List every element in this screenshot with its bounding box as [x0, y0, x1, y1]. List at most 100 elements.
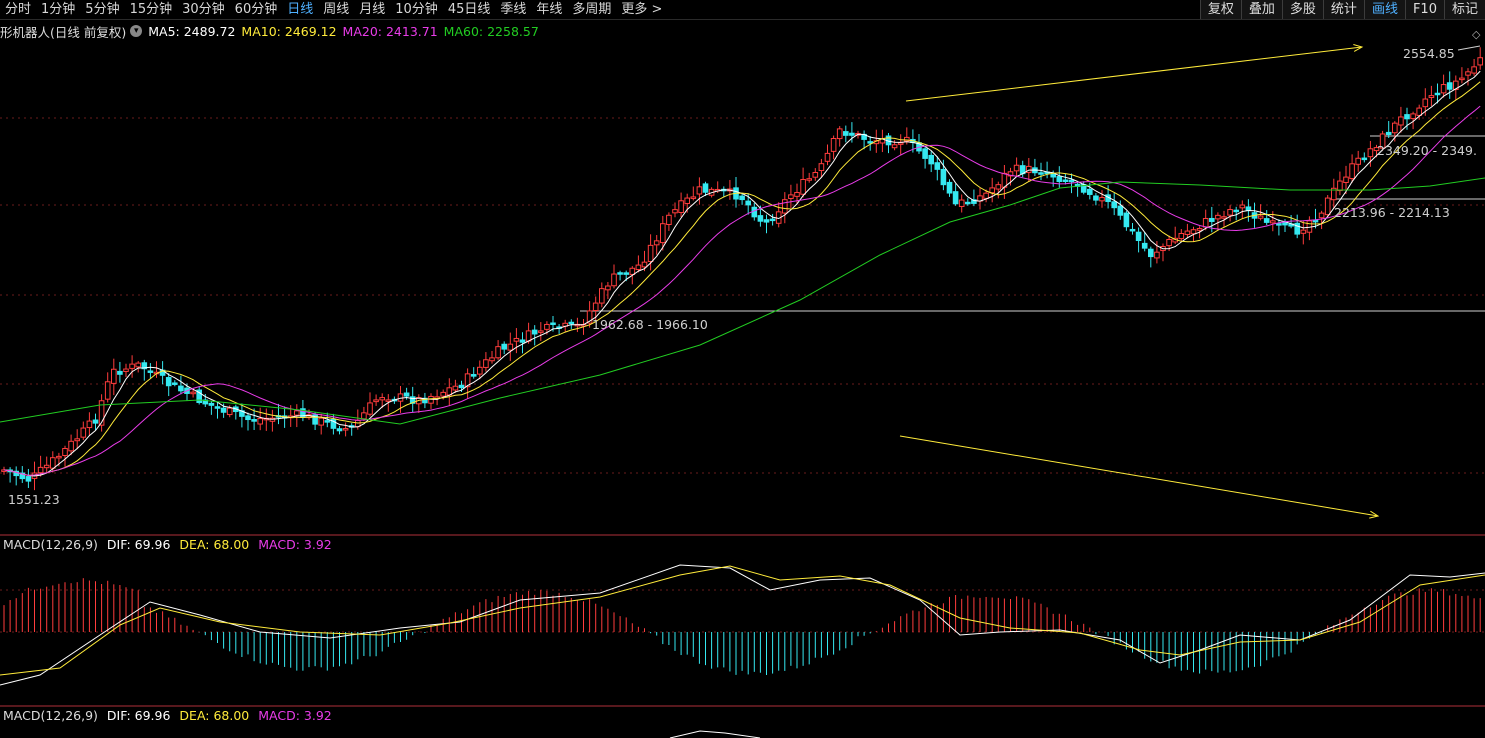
- candle-body: [1471, 66, 1477, 74]
- candle-body: [702, 183, 709, 193]
- candle-body: [965, 201, 971, 205]
- trend-arrow-down: [899, 435, 1379, 517]
- candle-body: [1148, 248, 1154, 258]
- candle-body: [86, 420, 93, 429]
- ma60-line: [0, 177, 1485, 425]
- candle-body: [25, 476, 32, 482]
- candle-body: [403, 392, 410, 397]
- candle-body: [1056, 175, 1063, 182]
- candle-body: [531, 329, 538, 335]
- candle-body: [1038, 172, 1044, 175]
- candle-body: [56, 455, 62, 459]
- candle-body: [1099, 197, 1105, 202]
- candle-body: [952, 191, 959, 205]
- candle-body: [666, 214, 672, 225]
- candle-body: [739, 195, 745, 201]
- trend-arrow-up: [905, 46, 1363, 102]
- candle-body: [440, 391, 446, 397]
- candle-body: [62, 448, 68, 456]
- candle-body: [538, 330, 544, 333]
- candle-body: [788, 194, 794, 199]
- candle-body: [428, 395, 434, 404]
- price-label-low: 1551.23: [8, 492, 60, 507]
- candle-body: [1166, 238, 1172, 247]
- candle-body: [806, 178, 813, 181]
- macd-dea: DEA: 68.00: [179, 708, 250, 723]
- candle-body: [37, 466, 44, 474]
- candle-body: [653, 240, 660, 246]
- candle-body: [1270, 220, 1276, 224]
- price-label-high: 2554.85: [1403, 46, 1455, 61]
- candle-body: [660, 223, 666, 244]
- candle-body: [1087, 188, 1093, 195]
- candle-body: [611, 273, 617, 287]
- candle-body: [629, 267, 636, 275]
- candle-body: [1050, 173, 1057, 178]
- candle-body: [897, 142, 904, 145]
- macd-name: MACD(12,26,9): [3, 537, 98, 552]
- candle-body: [824, 152, 831, 162]
- kline-chart[interactable]: ◇: [0, 0, 1485, 738]
- candle-body: [934, 162, 941, 170]
- candle-body: [1392, 122, 1398, 134]
- candle-body: [1385, 131, 1392, 136]
- macd-name: MACD(12,26,9): [3, 708, 98, 723]
- candle-body: [1398, 116, 1404, 126]
- candle-body: [501, 343, 507, 350]
- candle-body: [690, 196, 697, 199]
- candle-body: [605, 285, 611, 291]
- candle-body: [635, 264, 642, 270]
- candle-body: [1184, 230, 1191, 235]
- candle-body: [294, 410, 300, 416]
- candle-body: [1233, 209, 1240, 213]
- candle-body: [830, 138, 837, 152]
- candle-body: [1227, 209, 1233, 216]
- candle-body: [1135, 231, 1142, 242]
- candle-body: [324, 420, 331, 423]
- candle-body: [647, 244, 654, 262]
- candle-body: [1178, 233, 1185, 240]
- candle-body: [544, 323, 550, 330]
- macd-dif: DIF: 69.96: [106, 537, 171, 552]
- candle-body: [818, 163, 825, 172]
- candle-body: [928, 154, 935, 165]
- candle-body: [117, 370, 123, 375]
- candle-body: [123, 368, 129, 372]
- candle-body: [1123, 212, 1130, 228]
- candle-body: [1062, 179, 1069, 183]
- macd-legend-1: MACD(12,26,9) DIF: 69.96 DEA: 68.00 MACD…: [3, 537, 337, 552]
- candle-body: [135, 362, 141, 368]
- candle-body: [696, 186, 703, 195]
- candle-body: [1209, 217, 1215, 222]
- candle-body: [104, 381, 111, 400]
- candle-body: [1446, 82, 1453, 90]
- candle-body: [672, 209, 678, 214]
- candle-body: [74, 438, 81, 442]
- candle-body: [568, 321, 575, 325]
- candle-body: [1111, 201, 1118, 209]
- candle-body: [678, 200, 684, 214]
- candle-body: [361, 412, 367, 420]
- candle-body: [1422, 98, 1429, 108]
- ma20-line: [3, 105, 1481, 476]
- macd-dif: DIF: 69.96: [106, 708, 171, 723]
- candle-body: [592, 302, 599, 312]
- pointer-line: [1457, 45, 1481, 51]
- candle-body: [843, 131, 849, 136]
- candle-body: [849, 132, 855, 136]
- candle-body: [757, 215, 764, 222]
- candle-body: [1428, 95, 1435, 98]
- candle-body: [1117, 205, 1124, 216]
- candle-body: [1324, 197, 1331, 216]
- candle-body: [111, 368, 117, 384]
- candle-body: [251, 419, 257, 422]
- ma10-line: [3, 81, 1481, 476]
- candle-body: [1367, 148, 1374, 158]
- candle-body: [745, 200, 752, 206]
- candle-body: [495, 346, 501, 359]
- candle-body: [1221, 216, 1227, 219]
- candle-body: [1349, 163, 1355, 180]
- candle-body: [1093, 195, 1099, 201]
- price-label-range1: 2349.20 - 2349.: [1377, 143, 1477, 158]
- candle-body: [1245, 206, 1252, 211]
